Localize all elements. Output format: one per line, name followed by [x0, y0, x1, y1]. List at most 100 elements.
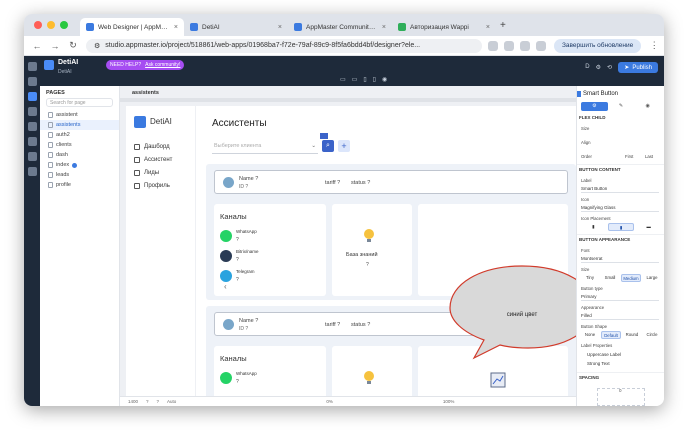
canvas-mode[interactable]: Auto: [167, 399, 176, 404]
placement-none[interactable]: ▬: [636, 223, 661, 231]
label-input[interactable]: Smart Button: [581, 185, 659, 193]
knowledge-base-panel[interactable]: [332, 346, 412, 396]
publish-button[interactable]: ➤ Publish: [618, 62, 658, 73]
placement-right[interactable]: ▮: [607, 223, 635, 231]
back-arrow-icon[interactable]: ←: [32, 41, 42, 51]
canvas-height[interactable]: ?: [146, 399, 149, 404]
home-icon[interactable]: [27, 62, 37, 71]
size-medium[interactable]: Medium: [621, 274, 641, 282]
designer-icon[interactable]: [27, 92, 37, 101]
close-tab-icon[interactable]: ×: [174, 24, 178, 31]
media-icon[interactable]: [27, 137, 37, 146]
shape-round[interactable]: Round: [623, 331, 641, 339]
browser-tab-wappi[interactable]: Авторизация Wappi ×: [392, 18, 496, 36]
laptop-icon[interactable]: ▭: [352, 76, 358, 83]
finish-update-button[interactable]: Завершить обновление: [554, 38, 642, 53]
zoom-level[interactable]: 100%: [443, 399, 455, 404]
page-item[interactable]: index: [40, 160, 119, 170]
close-tab-icon[interactable]: ×: [278, 24, 282, 31]
avatar[interactable]: D: [585, 64, 589, 71]
assistant-header-row[interactable]: Name ? ID ? tariff ? status ?: [214, 170, 568, 194]
menu-item-profile[interactable]: Профиль: [134, 179, 172, 192]
zoom-window-button[interactable]: [60, 21, 68, 29]
url-field[interactable]: ⚙ studio.appmaster.io/project/518861/web…: [86, 38, 482, 53]
strong-text-toggle[interactable]: Strong Text: [587, 361, 610, 366]
canvas-scale[interactable]: ?: [157, 399, 160, 404]
extension-icon[interactable]: [520, 40, 530, 51]
app-sidebar[interactable]: DetiAI Дашборд Ассистент Лиды Профиль: [126, 106, 196, 396]
page-item[interactable]: assistents: [40, 120, 119, 130]
browser-menu-icon[interactable]: ⋮: [649, 40, 659, 51]
minimize-window-button[interactable]: [47, 21, 55, 29]
menu-item-leads[interactable]: Лиды: [134, 166, 172, 179]
channel-item[interactable]: WhatsApp ?: [220, 370, 320, 388]
canvas-width[interactable]: 1400: [128, 399, 138, 404]
button-type-select[interactable]: Primary: [581, 293, 659, 301]
mobile-icon[interactable]: ▯: [373, 76, 376, 83]
browser-tab-appmaster[interactable]: Web Designer | AppMaster ×: [80, 18, 184, 36]
size-tiny[interactable]: Tiny: [581, 274, 599, 282]
channel-item[interactable]: WhatsApp ?: [220, 228, 320, 246]
size-small[interactable]: Small: [601, 274, 619, 282]
shape-none[interactable]: None: [581, 331, 599, 339]
tab-properties[interactable]: ⚙: [581, 102, 608, 111]
extension-icon[interactable]: [504, 40, 514, 51]
project-name[interactable]: DetiAI: [58, 59, 78, 66]
tab-style[interactable]: ✎: [608, 102, 635, 111]
reload-icon[interactable]: ↻: [68, 40, 78, 51]
browser-tab-detiai[interactable]: DetiAI ×: [184, 18, 288, 36]
page-item[interactable]: clients: [40, 140, 119, 150]
endpoints-icon[interactable]: [27, 122, 37, 131]
shape-circle[interactable]: Circle: [643, 331, 661, 339]
client-select[interactable]: Выберите клиента ⌄: [212, 140, 318, 154]
size-large[interactable]: Large: [643, 274, 661, 282]
preview-icon[interactable]: ◉: [382, 76, 387, 83]
designer-canvas[interactable]: assistents DetiAI Дашборд Ассистент Лиды…: [120, 86, 576, 396]
settings-icon[interactable]: ⚙: [596, 64, 601, 71]
tab-events[interactable]: ◉: [634, 102, 661, 111]
menu-item-assistant[interactable]: Ассистент: [134, 153, 172, 166]
tablet-icon[interactable]: ▯: [363, 76, 366, 83]
page-item[interactable]: profile: [40, 180, 119, 190]
search-button[interactable]: ⌕: [322, 140, 334, 152]
extension-icon[interactable]: [536, 40, 546, 51]
appearance-select[interactable]: Filled: [581, 312, 659, 320]
settings-icon[interactable]: [27, 152, 37, 161]
channel-item[interactable]: Bitrix/name ?: [220, 248, 320, 266]
page-item[interactable]: assistent: [40, 110, 119, 120]
business-logic-icon[interactable]: [27, 107, 37, 116]
shape-default[interactable]: Default: [601, 331, 621, 339]
ask-community-link[interactable]: Ask community!: [145, 62, 180, 68]
uppercase-label-toggle[interactable]: Uppercase Label: [587, 352, 621, 357]
page-item[interactable]: leads: [40, 170, 119, 180]
close-tab-icon[interactable]: ×: [382, 24, 386, 31]
font-select[interactable]: Montserrat: [581, 255, 659, 263]
page-item[interactable]: dash: [40, 150, 119, 160]
site-info-icon[interactable]: ⚙: [94, 42, 100, 50]
collapse-sidebar-icon[interactable]: ‹: [224, 282, 227, 291]
channel-name: WhatsApp: [236, 229, 257, 234]
forward-arrow-icon[interactable]: →: [50, 41, 60, 51]
zoom-min[interactable]: 0%: [326, 399, 333, 404]
order-last[interactable]: Last: [645, 154, 653, 159]
page-search-input[interactable]: Search for page: [46, 98, 113, 107]
close-tab-icon[interactable]: ×: [486, 24, 490, 31]
placement-left[interactable]: ▮: [581, 223, 606, 231]
gear-icon[interactable]: [27, 167, 37, 176]
add-button[interactable]: +: [338, 140, 350, 152]
new-tab-button[interactable]: +: [500, 20, 506, 31]
menu-item-dashboard[interactable]: Дашборд: [134, 140, 172, 153]
close-window-button[interactable]: [34, 21, 42, 29]
knowledge-base-panel[interactable]: База знаний ?: [332, 204, 412, 296]
history-icon[interactable]: ⟲: [607, 64, 612, 71]
desktop-icon[interactable]: ▭: [340, 76, 346, 83]
spacing-box[interactable]: 0: [597, 388, 645, 406]
extension-icon[interactable]: [488, 40, 498, 51]
data-icon[interactable]: [27, 77, 37, 86]
spacing-value[interactable]: 0: [619, 388, 622, 393]
order-first[interactable]: First: [625, 154, 633, 159]
icon-select[interactable]: Magnifying Glass: [581, 204, 659, 212]
browser-tab-community[interactable]: AppMaster Community - The ×: [288, 18, 392, 36]
page-item[interactable]: auth2: [40, 130, 119, 140]
channel-item[interactable]: Telegram ?: [220, 268, 320, 286]
